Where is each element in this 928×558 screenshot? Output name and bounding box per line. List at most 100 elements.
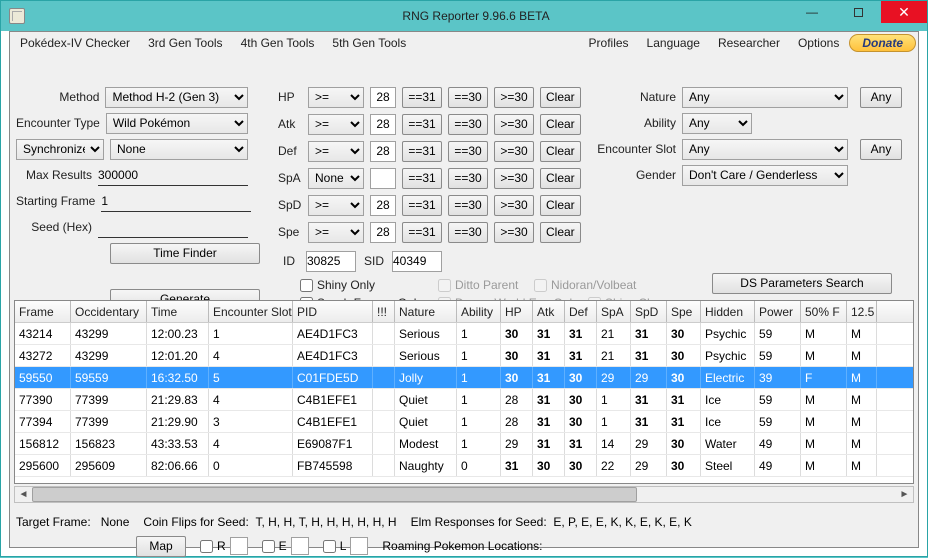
iv-op-select[interactable]: >= <box>308 222 364 243</box>
iv-eq31-button[interactable]: ==31 <box>402 141 442 162</box>
iv-eq31-button[interactable]: ==31 <box>402 195 442 216</box>
scroll-left-arrow[interactable]: ◄ <box>15 487 32 502</box>
iv-ge30-button[interactable]: >=30 <box>494 195 534 216</box>
col-header[interactable]: Spe <box>667 301 701 322</box>
iv-clear-button[interactable]: Clear <box>540 114 581 135</box>
iv-eq31-button[interactable]: ==31 <box>402 168 442 189</box>
col-header[interactable]: 50% F <box>801 301 847 322</box>
table-row[interactable]: 595505955916:32.505C01FDE5DJolly13031302… <box>15 367 913 389</box>
col-header[interactable]: 12.5 <box>847 301 877 322</box>
table-row[interactable]: 15681215682343:33.534E69087F1Modest12931… <box>15 433 913 455</box>
iv-eq30-button[interactable]: ==30 <box>448 195 488 216</box>
table-row[interactable]: 432144329912:00.231AE4D1FC3Serious130313… <box>15 323 913 345</box>
encounter-slot-any-button[interactable]: Any <box>860 139 902 160</box>
table-row[interactable]: 432724329912:01.204AE4D1FC3Serious130313… <box>15 345 913 367</box>
menu-options[interactable]: Options <box>790 34 847 52</box>
col-header[interactable]: Time <box>147 301 209 322</box>
menu-3rd-gen[interactable]: 3rd Gen Tools <box>140 34 231 52</box>
iv-value-input[interactable] <box>370 168 396 189</box>
menu-profiles[interactable]: Profiles <box>581 34 637 52</box>
col-header[interactable]: Frame <box>15 301 71 322</box>
iv-ge30-button[interactable]: >=30 <box>494 114 534 135</box>
iv-eq30-button[interactable]: ==30 <box>448 114 488 135</box>
gender-select[interactable]: Don't Care / Genderless <box>682 165 848 186</box>
shiny-only-checkbox[interactable]: Shiny Only <box>300 278 375 292</box>
iv-op-select[interactable]: >= <box>308 114 364 135</box>
iv-ge30-button[interactable]: >=30 <box>494 141 534 162</box>
starting-frame-input[interactable] <box>101 191 251 212</box>
encounter-slot-select[interactable]: Any <box>682 139 848 160</box>
max-results-input[interactable] <box>98 165 248 186</box>
iv-op-select[interactable]: >= <box>308 195 364 216</box>
map-button[interactable]: Map <box>136 536 186 557</box>
menu-5th-gen[interactable]: 5th Gen Tools <box>324 34 414 52</box>
ability-select[interactable]: Any <box>682 113 752 134</box>
iv-op-select[interactable]: >= <box>308 87 364 108</box>
iv-ge30-button[interactable]: >=30 <box>494 222 534 243</box>
col-header[interactable]: Def <box>565 301 597 322</box>
iv-eq30-button[interactable]: ==30 <box>448 141 488 162</box>
iv-clear-button[interactable]: Clear <box>540 141 581 162</box>
scroll-thumb[interactable] <box>32 487 637 502</box>
encounter-type-select[interactable]: Wild Pokémon <box>106 113 248 134</box>
iv-ge30-button[interactable]: >=30 <box>494 87 534 108</box>
table-row[interactable]: 773947739921:29.903C4B1EFE1Quiet12831301… <box>15 411 913 433</box>
col-header[interactable]: Nature <box>395 301 457 322</box>
scroll-track[interactable] <box>32 487 896 502</box>
seg-l[interactable]: L <box>323 537 369 555</box>
col-header[interactable]: Ability <box>457 301 501 322</box>
time-finder-button[interactable]: Time Finder <box>110 243 260 264</box>
donate-button[interactable]: Donate <box>849 34 916 52</box>
scroll-right-arrow[interactable]: ► <box>896 487 913 502</box>
seed-input[interactable] <box>98 217 248 238</box>
horizontal-scrollbar[interactable]: ◄ ► <box>14 486 914 503</box>
iv-eq31-button[interactable]: ==31 <box>402 87 442 108</box>
menu-pokedex-iv[interactable]: Pokédex-IV Checker <box>12 34 138 52</box>
col-header[interactable]: HP <box>501 301 533 322</box>
ds-parameters-button[interactable]: DS Parameters Search <box>712 273 892 294</box>
iv-clear-button[interactable]: Clear <box>540 222 581 243</box>
iv-eq30-button[interactable]: ==30 <box>448 222 488 243</box>
iv-clear-button[interactable]: Clear <box>540 195 581 216</box>
seg-r[interactable]: R <box>200 537 248 555</box>
iv-op-select[interactable]: None <box>308 168 364 189</box>
synchronize-select[interactable]: None <box>110 139 248 160</box>
results-grid[interactable]: FrameOccidentaryTimeEncounter SlotPID!!!… <box>14 300 914 484</box>
col-header[interactable]: Power <box>755 301 801 322</box>
iv-eq30-button[interactable]: ==30 <box>448 168 488 189</box>
iv-clear-button[interactable]: Clear <box>540 87 581 108</box>
id-input[interactable] <box>306 251 356 272</box>
col-header[interactable]: Occidentary <box>71 301 147 322</box>
iv-eq31-button[interactable]: ==31 <box>402 114 442 135</box>
table-row[interactable]: 773907739921:29.834C4B1EFE1Quiet12831301… <box>15 389 913 411</box>
menu-language[interactable]: Language <box>639 34 708 52</box>
col-header[interactable]: SpD <box>631 301 667 322</box>
minimize-button[interactable]: — <box>789 1 835 23</box>
col-header[interactable]: Atk <box>533 301 565 322</box>
iv-op-select[interactable]: >= <box>308 141 364 162</box>
method-select[interactable]: Method H-2 (Gen 3) <box>105 87 248 108</box>
col-header[interactable]: PID <box>293 301 373 322</box>
col-header[interactable]: SpA <box>597 301 631 322</box>
nature-any-button[interactable]: Any <box>860 87 902 108</box>
iv-value-input[interactable] <box>370 114 396 135</box>
iv-value-input[interactable] <box>370 87 396 108</box>
table-row[interactable]: 29560029560982:06.660FB745598Naughty0313… <box>15 455 913 477</box>
sid-input[interactable] <box>392 251 442 272</box>
close-button[interactable]: ✕ <box>881 1 927 23</box>
iv-ge30-button[interactable]: >=30 <box>494 168 534 189</box>
col-header[interactable]: !!! <box>373 301 395 322</box>
iv-value-input[interactable] <box>370 222 396 243</box>
maximize-button[interactable] <box>835 1 881 23</box>
col-header[interactable]: Encounter Slot <box>209 301 293 322</box>
iv-value-input[interactable] <box>370 195 396 216</box>
iv-eq30-button[interactable]: ==30 <box>448 87 488 108</box>
col-header[interactable]: Hidden <box>701 301 755 322</box>
iv-value-input[interactable] <box>370 141 396 162</box>
menu-researcher[interactable]: Researcher <box>710 34 788 52</box>
nature-select[interactable]: Any <box>682 87 848 108</box>
synchronize-mode-select[interactable]: Synchronize <box>16 139 104 160</box>
iv-clear-button[interactable]: Clear <box>540 168 581 189</box>
seg-e[interactable]: E <box>262 537 309 555</box>
menu-4th-gen[interactable]: 4th Gen Tools <box>233 34 323 52</box>
